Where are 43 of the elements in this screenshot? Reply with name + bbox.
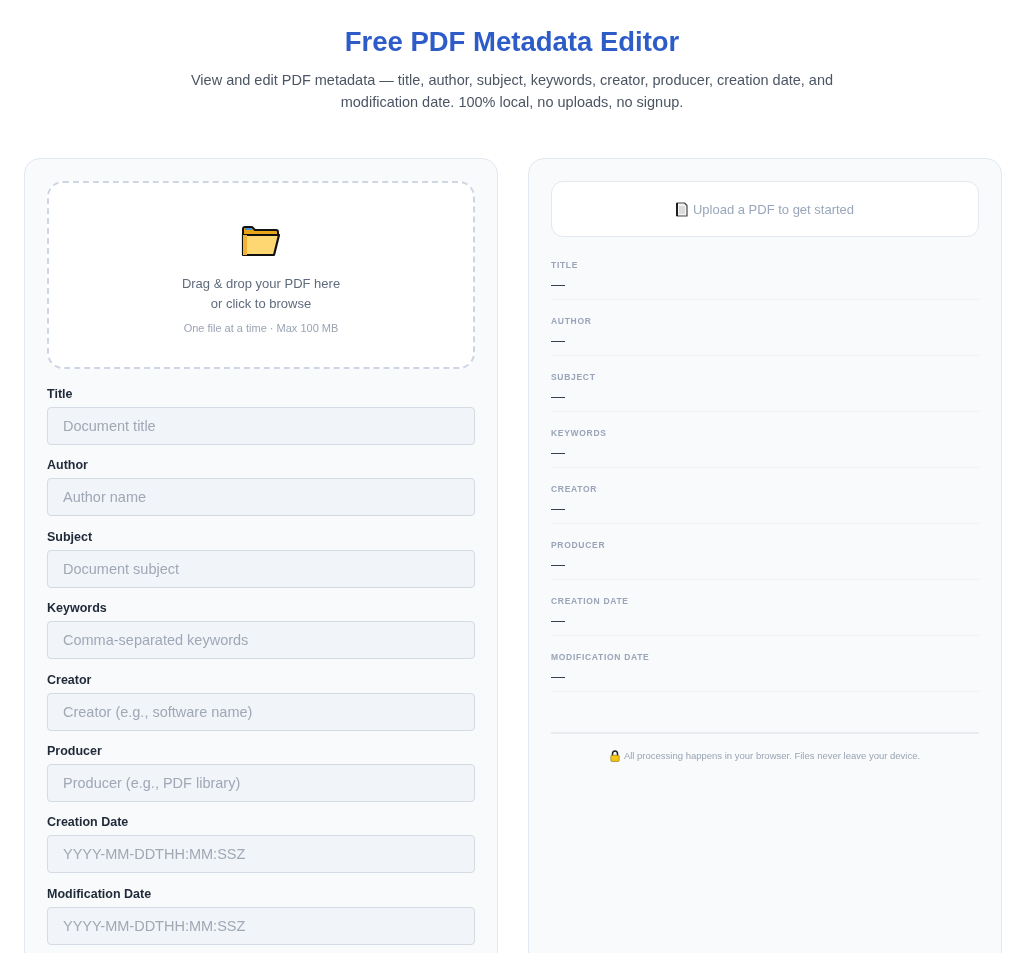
folder-icon: [241, 225, 281, 257]
metadata-value: —: [551, 555, 565, 573]
page-title: Free PDF Metadata Editor: [344, 26, 680, 58]
metadata-field-label: Keywords: [47, 600, 107, 617]
document-icon: [675, 201, 688, 217]
metadata-input-field[interactable]: YYYY-MM-DDTHH:MM:SSZ: [47, 906, 475, 945]
privacy-note: All processing happens in your browser. Files never leave your device.: [623, 749, 921, 763]
lock-icon: [609, 750, 620, 762]
metadata-value: —: [551, 611, 565, 629]
metadata-key-label: TITLE: [551, 259, 579, 272]
metadata-input-field[interactable]: YYYY-MM-DDTHH:MM:SSZ: [47, 835, 475, 874]
file-limit-text: One file at a time · Max 100 MB: [183, 321, 339, 336]
browse-prompt-text: or click to browse: [210, 295, 312, 313]
metadata-field-label: Modification Date: [47, 885, 152, 902]
metadata-key-label: CREATOR: [551, 483, 598, 496]
metadata-key-label: MODIFICATION DATE: [551, 651, 650, 664]
metadata-field-label: Title: [47, 386, 73, 402]
metadata-input-field[interactable]: Document title: [47, 407, 475, 445]
metadata-key-label: PRODUCER: [551, 539, 606, 552]
metadata-key-label: CREATION DATE: [551, 595, 629, 608]
metadata-input-field[interactable]: Document subject: [47, 549, 475, 588]
metadata-input-field[interactable]: Author name: [47, 478, 475, 517]
metadata-key-label: KEYWORDS: [551, 427, 607, 440]
metadata-field-label: Creator: [47, 671, 92, 688]
metadata-input-field[interactable]: Producer (e.g., PDF library): [47, 763, 475, 802]
metadata-field-label: Producer: [47, 742, 102, 759]
metadata-field-label: Author: [47, 457, 88, 474]
metadata-key-label: SUBJECT: [551, 371, 596, 384]
metadata-value: —: [551, 387, 565, 405]
metadata-value: —: [551, 331, 565, 349]
metadata-input-field[interactable]: Creator (e.g., software name): [47, 692, 475, 731]
metadata-value: —: [551, 443, 565, 461]
drop-prompt-text: Drag & drop your PDF here: [181, 275, 341, 293]
metadata-field-label: Creation Date: [47, 814, 129, 831]
metadata-field-label: Subject: [47, 528, 93, 545]
metadata-value: —: [551, 667, 565, 685]
upload-status-text: Upload a PDF to get started: [692, 201, 855, 217]
page-subtitle: View and edit PDF metadata — title, author, subject, keywords, creator, producer, creation date, and modification date. 100% local, no uploads, no signup.: [189, 71, 835, 112]
metadata-value: —: [551, 275, 565, 293]
metadata-value: —: [551, 499, 565, 517]
file-drop-zone[interactable]: Drag & drop your PDF here or click to browse One file at a time · Max 100 MB: [47, 181, 475, 369]
metadata-input-field[interactable]: Comma-separated keywords: [47, 621, 475, 660]
metadata-key-label: AUTHOR: [551, 315, 592, 328]
